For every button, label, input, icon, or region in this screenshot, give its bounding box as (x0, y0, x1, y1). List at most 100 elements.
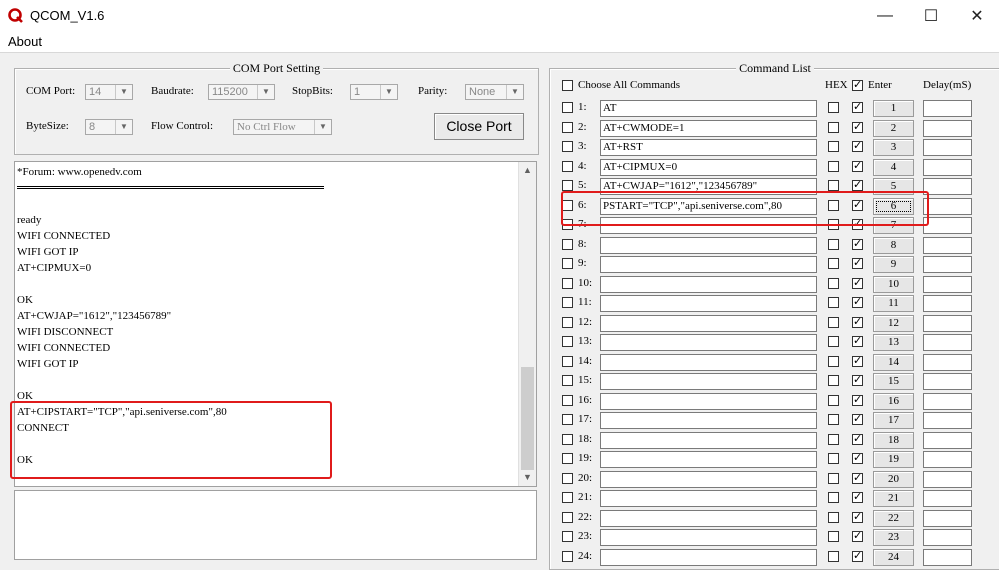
stopbits-select[interactable]: 1 ▼ (350, 84, 398, 100)
hex-checkbox[interactable] (828, 414, 839, 425)
enter-checkbox[interactable] (852, 237, 863, 250)
enter-checkbox[interactable] (852, 432, 863, 445)
send-command-button[interactable]: 19 (873, 451, 914, 468)
command-input[interactable] (600, 490, 817, 507)
send-command-button[interactable]: 22 (873, 510, 914, 527)
command-input[interactable] (600, 256, 817, 273)
baudrate-select[interactable]: 115200 ▼ (208, 84, 275, 100)
hex-checkbox[interactable] (828, 239, 839, 250)
send-command-button[interactable]: 20 (873, 471, 914, 488)
send-command-button[interactable]: 16 (873, 393, 914, 410)
delay-input[interactable] (923, 334, 972, 351)
hex-checkbox[interactable] (828, 102, 839, 113)
delay-input[interactable] (923, 490, 972, 507)
row-select-checkbox[interactable] (562, 453, 573, 464)
hex-checkbox[interactable] (828, 375, 839, 386)
enter-checkbox[interactable] (852, 510, 863, 523)
command-input[interactable] (600, 393, 817, 410)
row-select-checkbox[interactable] (562, 141, 573, 152)
row-select-checkbox[interactable] (562, 492, 573, 503)
hex-checkbox[interactable] (828, 356, 839, 367)
command-input[interactable] (600, 510, 817, 527)
row-select-checkbox[interactable] (562, 180, 573, 191)
hex-checkbox[interactable] (828, 453, 839, 464)
row-select-checkbox[interactable] (562, 531, 573, 542)
menu-item-about[interactable]: About (8, 34, 42, 49)
hex-checkbox[interactable] (828, 141, 839, 152)
delay-input[interactable] (923, 198, 972, 215)
enter-checkbox[interactable] (852, 549, 863, 562)
row-select-checkbox[interactable] (562, 414, 573, 425)
close-window-button[interactable]: ✕ (957, 4, 997, 28)
send-command-button[interactable]: 17 (873, 412, 914, 429)
enter-checkbox[interactable] (852, 490, 863, 503)
send-command-button[interactable]: 2 (873, 120, 914, 137)
send-command-button[interactable]: 24 (873, 549, 914, 566)
hex-checkbox[interactable] (828, 122, 839, 133)
enter-checkbox[interactable] (852, 373, 863, 386)
command-input[interactable] (600, 295, 817, 312)
send-command-button[interactable]: 18 (873, 432, 914, 449)
delay-input[interactable] (923, 471, 972, 488)
command-input[interactable] (600, 549, 817, 566)
delay-input[interactable] (923, 529, 972, 546)
delay-input[interactable] (923, 178, 972, 195)
delay-input[interactable] (923, 276, 972, 293)
enter-checkbox[interactable] (852, 256, 863, 269)
enter-checkbox[interactable] (852, 354, 863, 367)
command-input[interactable] (600, 412, 817, 429)
send-command-button[interactable]: 1 (873, 100, 914, 117)
enter-checkbox[interactable] (852, 276, 863, 289)
delay-input[interactable] (923, 159, 972, 176)
delay-input[interactable] (923, 393, 972, 410)
command-input[interactable]: AT+RST (600, 139, 817, 156)
row-select-checkbox[interactable] (562, 356, 573, 367)
command-input[interactable] (600, 432, 817, 449)
delay-input[interactable] (923, 412, 972, 429)
hex-checkbox[interactable] (828, 512, 839, 523)
command-input[interactable] (600, 315, 817, 332)
command-input[interactable] (600, 529, 817, 546)
scroll-down-icon[interactable]: ▼ (519, 469, 536, 486)
row-select-checkbox[interactable] (562, 122, 573, 133)
vertical-scrollbar[interactable]: ▲ ▼ (518, 162, 536, 486)
enter-checkbox[interactable] (852, 334, 863, 347)
row-select-checkbox[interactable] (562, 551, 573, 562)
scroll-up-icon[interactable]: ▲ (519, 162, 536, 179)
enter-checkbox[interactable] (852, 451, 863, 464)
hex-checkbox[interactable] (828, 473, 839, 484)
row-select-checkbox[interactable] (562, 375, 573, 386)
enter-checkbox[interactable] (852, 295, 863, 308)
delay-input[interactable] (923, 295, 972, 312)
row-select-checkbox[interactable] (562, 317, 573, 328)
hex-checkbox[interactable] (828, 180, 839, 191)
com-port-select[interactable]: 14 ▼ (85, 84, 133, 100)
bytesize-select[interactable]: 8 ▼ (85, 119, 133, 135)
close-port-button[interactable]: Close Port (434, 113, 524, 140)
row-select-checkbox[interactable] (562, 161, 573, 172)
row-select-checkbox[interactable] (562, 434, 573, 445)
choose-all-checkbox[interactable] (562, 80, 573, 91)
delay-input[interactable] (923, 100, 972, 117)
enter-checkbox[interactable] (852, 159, 863, 172)
send-textarea[interactable] (14, 490, 537, 560)
maximize-button[interactable]: ☐ (911, 4, 951, 28)
parity-select[interactable]: None ▼ (465, 84, 524, 100)
delay-input[interactable] (923, 139, 972, 156)
delay-input[interactable] (923, 432, 972, 449)
hex-checkbox[interactable] (828, 278, 839, 289)
send-command-button[interactable]: 21 (873, 490, 914, 507)
command-input[interactable] (600, 451, 817, 468)
send-command-button[interactable]: 8 (873, 237, 914, 254)
command-input[interactable] (600, 354, 817, 371)
hex-checkbox[interactable] (828, 317, 839, 328)
command-input[interactable] (600, 276, 817, 293)
enter-checkbox[interactable] (852, 178, 863, 191)
row-select-checkbox[interactable] (562, 239, 573, 250)
enter-checkbox[interactable] (852, 412, 863, 425)
command-input[interactable] (600, 237, 817, 254)
scrollbar-thumb[interactable] (521, 367, 534, 470)
send-command-button[interactable]: 12 (873, 315, 914, 332)
row-select-checkbox[interactable] (562, 395, 573, 406)
delay-input[interactable] (923, 120, 972, 137)
